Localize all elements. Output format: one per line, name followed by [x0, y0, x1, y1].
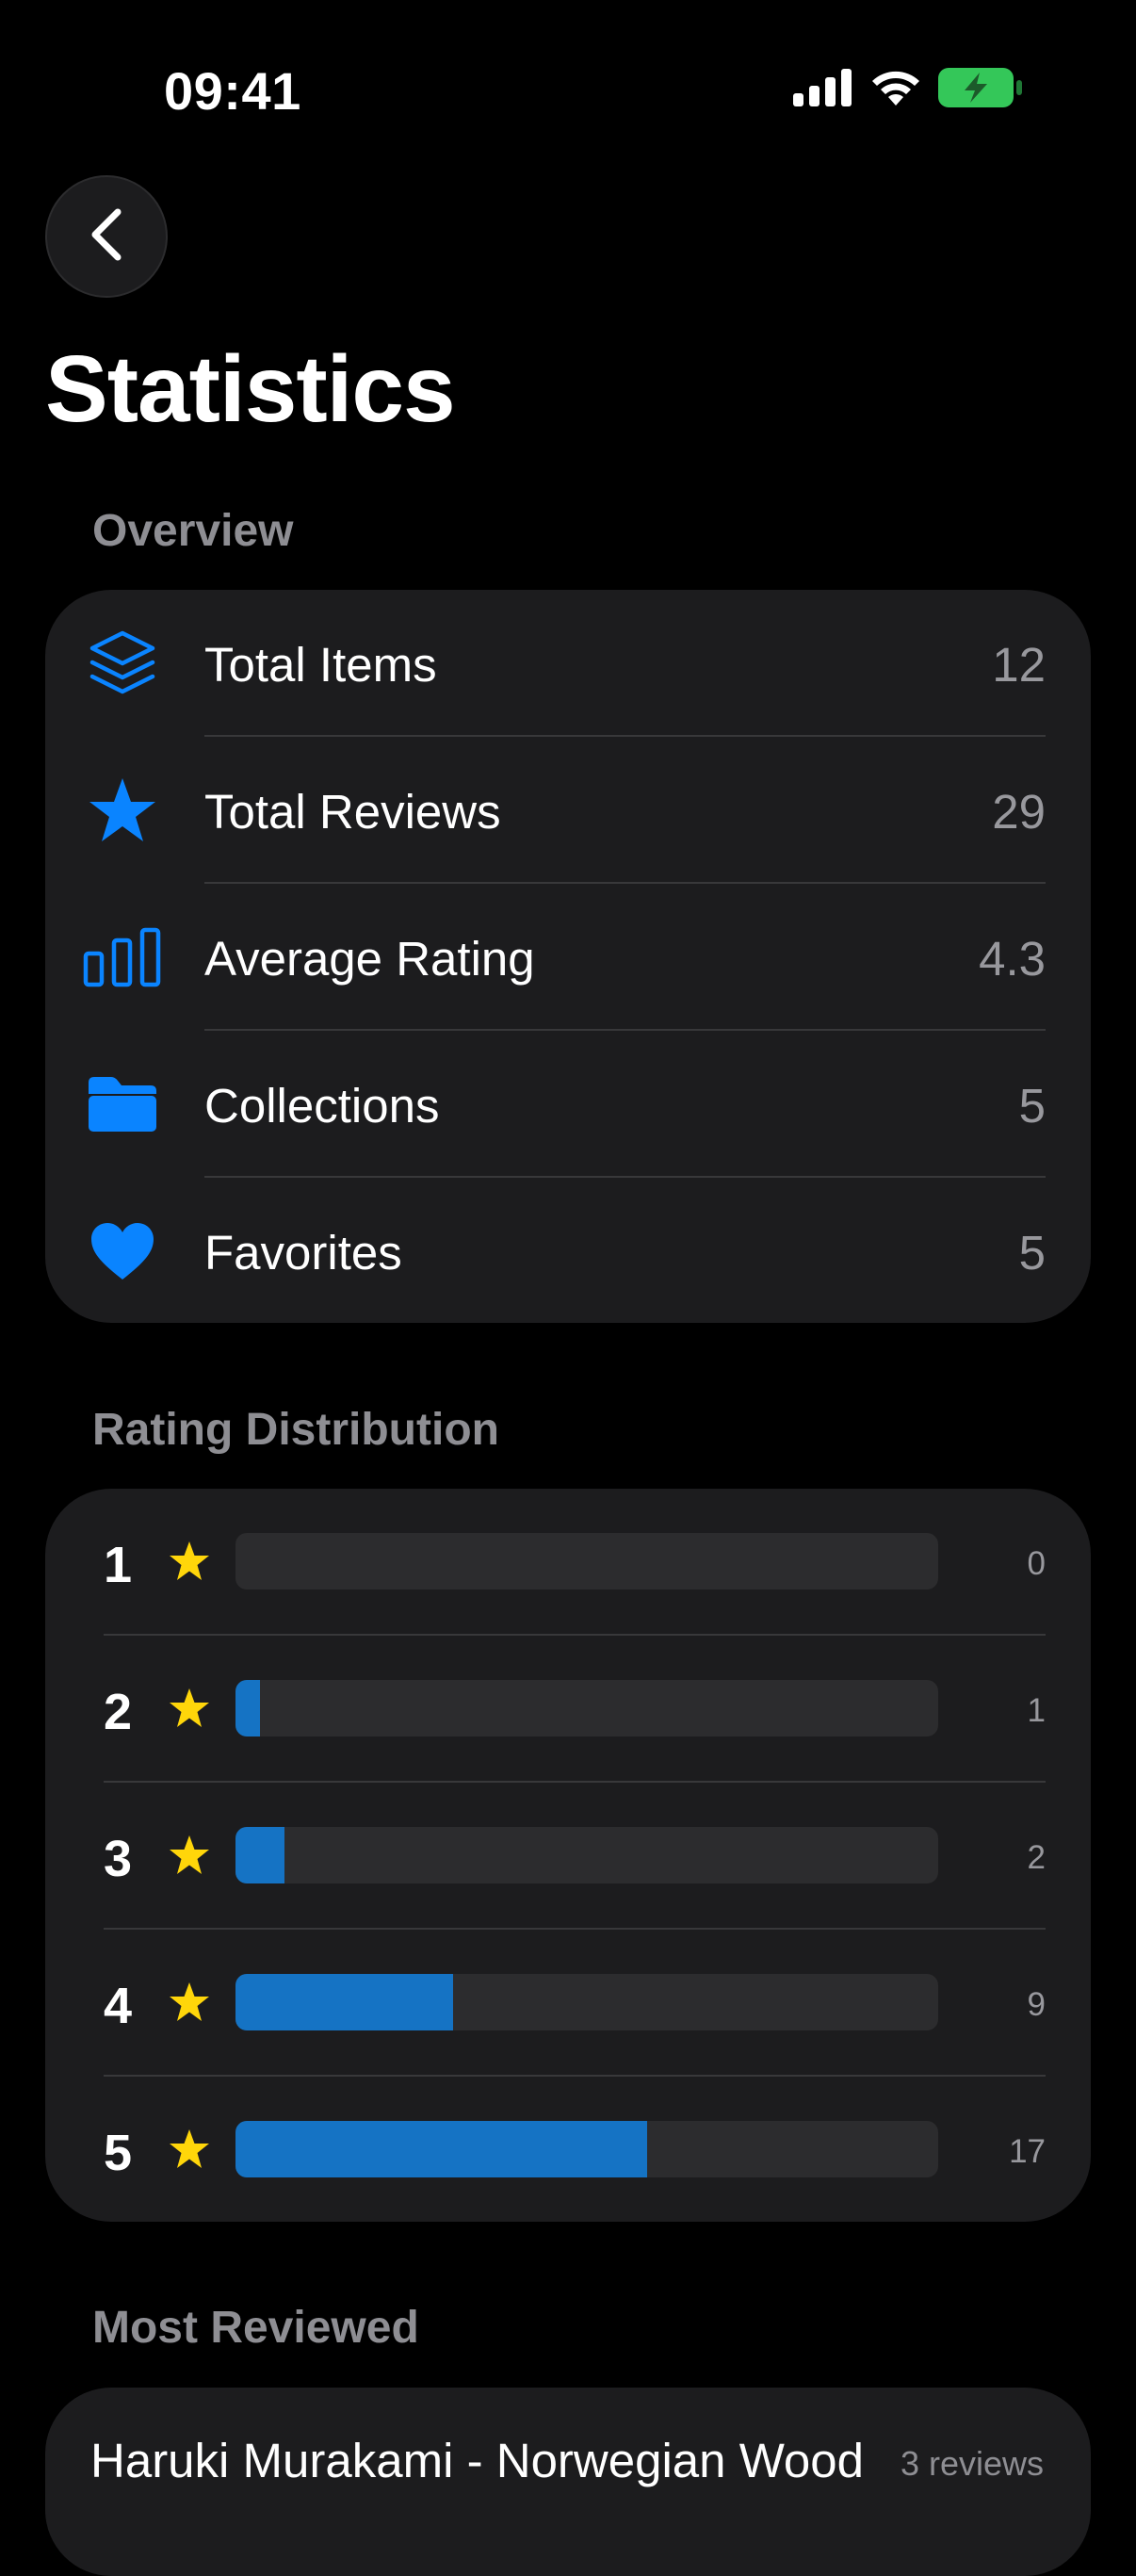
overview-label: Collections: [204, 1079, 440, 1133]
rating-count: 2: [1027, 1839, 1046, 1876]
overview-card: Total Items 12 Total Reviews 29 Average …: [45, 590, 1091, 1323]
rating-stars-number: 4: [104, 1978, 133, 2034]
wifi-icon: [868, 68, 923, 112]
rating-row: 5 17: [45, 2077, 1091, 2222]
star-icon: [83, 774, 162, 846]
rating-bar-track: [235, 1533, 938, 1590]
star-icon: [170, 2129, 209, 2168]
star-icon: [170, 1982, 209, 2021]
heart-icon: [83, 1215, 162, 1287]
rating-bar-fill: [235, 1827, 285, 1883]
overview-row-favorites[interactable]: Favorites 5: [45, 1178, 1091, 1323]
rating-bar-fill: [235, 2121, 648, 2177]
rating-bar-track: [235, 2121, 938, 2177]
rating-row: 4 9: [45, 1930, 1091, 2077]
overview-value: 5: [1018, 1079, 1046, 1133]
most-reviewed-count: 3 reviews: [900, 2444, 1044, 2483]
most-reviewed-card: Haruki Murakami - Norwegian Wood 3 revie…: [45, 2388, 1091, 2576]
stack-layers-icon: [83, 628, 162, 699]
overview-value: 12: [992, 638, 1046, 692]
status-bar: 09:41: [0, 0, 1136, 179]
bar-chart-icon: [83, 921, 162, 993]
overview-label: Favorites: [204, 1226, 402, 1280]
rating-count: 0: [1027, 1545, 1046, 1582]
rating-count: 9: [1027, 1986, 1046, 2023]
status-icons: [793, 68, 1023, 112]
folder-icon: [83, 1068, 162, 1140]
rating-distribution-card: 1 0 2 1 3 2 4 9 5 17: [45, 1489, 1091, 2222]
rating-bar-track: [235, 1827, 938, 1883]
rating-bar-track: [235, 1974, 938, 2030]
cellular-signal-icon: [793, 69, 853, 111]
overview-label: Average Rating: [204, 932, 535, 986]
page-title: Statistics: [45, 336, 456, 442]
overview-value: 29: [992, 785, 1046, 839]
most-reviewed-header: Most Reviewed: [92, 2303, 419, 2353]
rating-stars-number: 2: [104, 1684, 133, 1740]
overview-row-collections[interactable]: Collections 5: [45, 1031, 1091, 1178]
rating-count: 17: [1009, 2133, 1046, 2170]
star-icon: [170, 1835, 209, 1874]
rating-stars-number: 1: [104, 1537, 133, 1593]
rating-row: 1 0: [45, 1489, 1091, 1636]
rating-row: 3 2: [45, 1783, 1091, 1930]
rating-bar-fill: [235, 1974, 454, 2030]
overview-label: Total Items: [204, 638, 437, 692]
overview-row-total-reviews[interactable]: Total Reviews 29: [45, 737, 1091, 884]
overview-row-total-items[interactable]: Total Items 12: [45, 590, 1091, 737]
star-icon: [170, 1541, 209, 1580]
rating-stars-number: 3: [104, 1831, 133, 1887]
overview-header: Overview: [92, 506, 294, 556]
star-icon: [170, 1688, 209, 1727]
overview-value: 5: [1018, 1226, 1046, 1280]
status-time: 09:41: [164, 61, 301, 121]
back-button[interactable]: [45, 175, 168, 298]
rating-distribution-header: Rating Distribution: [92, 1405, 499, 1455]
battery-charging-icon: [938, 68, 1023, 112]
overview-row-average-rating[interactable]: Average Rating 4.3: [45, 884, 1091, 1031]
rating-bar-track: [235, 1680, 938, 1736]
most-reviewed-title: Haruki Murakami - Norwegian Wood: [90, 2434, 865, 2487]
rating-stars-number: 5: [104, 2125, 133, 2181]
rating-count: 1: [1027, 1692, 1046, 1729]
overview-value: 4.3: [979, 932, 1046, 986]
chevron-left-icon: [86, 206, 127, 268]
overview-label: Total Reviews: [204, 785, 501, 839]
rating-row: 2 1: [45, 1636, 1091, 1783]
rating-bar-fill: [235, 1680, 261, 1736]
